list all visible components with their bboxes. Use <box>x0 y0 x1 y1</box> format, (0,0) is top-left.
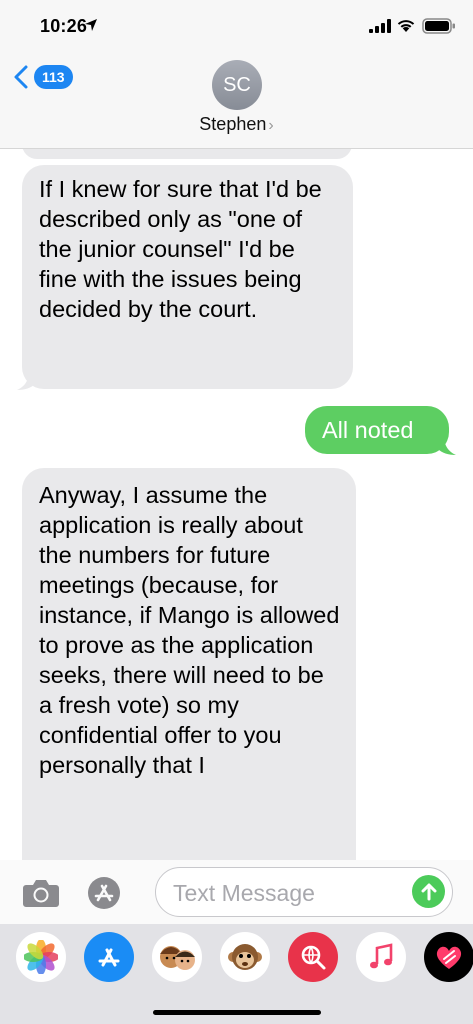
message-bubble-partial <box>22 149 352 159</box>
memoji-icon[interactable] <box>152 932 202 982</box>
composer-bar: Text Message <box>0 860 473 924</box>
digital-touch-icon[interactable] <box>424 932 473 982</box>
chevron-left-icon <box>14 65 28 89</box>
back-button[interactable]: 113 <box>12 64 73 90</box>
chevron-right-icon: › <box>268 117 274 134</box>
battery-icon <box>422 18 455 34</box>
message-bubble-incoming[interactable]: Anyway, I assume the application is real… <box>22 468 356 860</box>
message-thread[interactable]: If I knew for sure that I'd be described… <box>0 149 473 860</box>
app-store-icon[interactable] <box>84 932 134 982</box>
camera-icon[interactable] <box>22 878 60 908</box>
bubble-tail <box>17 371 35 390</box>
arrow-up-icon <box>421 883 436 900</box>
unread-count-badge: 113 <box>34 65 73 89</box>
message-bubble-incoming[interactable]: If I knew for sure that I'd be described… <box>22 165 353 389</box>
message-text: Anyway, I assume the application is real… <box>39 482 340 778</box>
message-input-placeholder: Text Message <box>173 880 315 906</box>
message-text: All noted <box>322 417 414 443</box>
cellular-signal-icon <box>369 19 391 33</box>
bubble-tail <box>438 436 456 455</box>
send-button[interactable] <box>412 875 445 908</box>
message-bubble-outgoing[interactable]: All noted <box>305 406 449 454</box>
conversation-header: 113 SC Stephen › <box>0 44 473 149</box>
contact-avatar[interactable]: SC <box>212 60 262 110</box>
music-icon[interactable] <box>356 932 406 982</box>
home-indicator[interactable] <box>153 1010 321 1015</box>
contact-name-button[interactable]: Stephen › <box>0 114 473 135</box>
location-arrow-icon <box>85 19 97 31</box>
contact-name: Stephen <box>199 114 267 134</box>
photos-icon[interactable] <box>16 932 66 982</box>
message-input[interactable]: Text Message <box>155 867 453 917</box>
web-search-icon[interactable] <box>288 932 338 982</box>
animoji-icon[interactable] <box>220 932 270 982</box>
app-store-apps-icon[interactable] <box>87 876 121 910</box>
message-text: If I knew for sure that I'd be described… <box>39 176 322 322</box>
wifi-icon <box>397 20 415 32</box>
status-time: 10:26 <box>40 16 88 36</box>
status-bar: 10:26 <box>0 0 473 44</box>
imessage-app-drawer <box>0 924 473 1024</box>
